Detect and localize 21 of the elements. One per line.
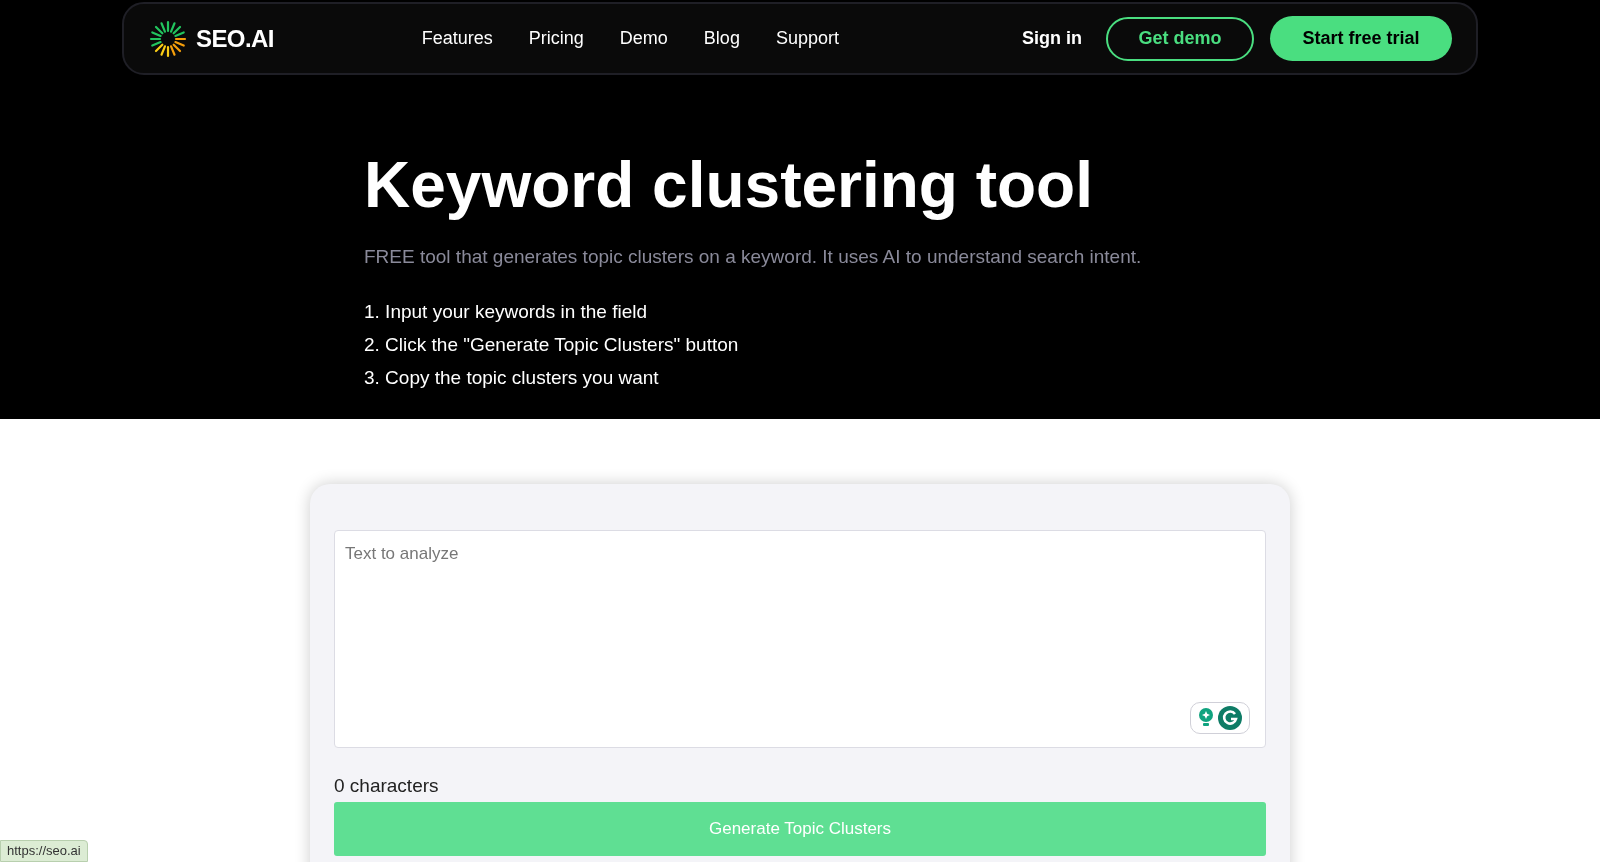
nav-link[interactable]: Demo (619, 25, 668, 52)
sunburst-logo-icon (148, 18, 188, 59)
nav-link[interactable]: Features (421, 25, 493, 52)
nav-link[interactable]: Pricing (528, 25, 584, 52)
step-text: 2. Click the "Generate Topic Clusters" button (364, 332, 740, 356)
text-input-field[interactable]: Text to analyze (334, 529, 1266, 748)
g-logo-icon (1218, 705, 1242, 730)
lightbulb-icon (1198, 707, 1214, 728)
status-url-tooltip: https://seo.ai (0, 840, 88, 862)
step-text: 3. Copy the topic clusters you want (364, 365, 660, 389)
step-text: 1. Input your keywords in the field (364, 299, 649, 323)
logo-text[interactable]: SEO.AI (196, 20, 274, 57)
start-trial-button[interactable]: Start free trial (1270, 16, 1452, 61)
grammar-assistant-widget[interactable] (1190, 701, 1250, 734)
page-title: Keyword clustering tool (364, 148, 1094, 223)
nav-link[interactable]: Support (775, 25, 839, 52)
nav-link[interactable]: Blog (703, 25, 740, 52)
character-count: 0 characters (334, 773, 440, 798)
sign-in-link[interactable]: Sign in (1022, 25, 1082, 52)
subtitle: FREE tool that generates topic clusters on a keyword. It uses AI to understand search intent. (364, 245, 1143, 269)
get-demo-button[interactable]: Get demo (1106, 16, 1254, 61)
